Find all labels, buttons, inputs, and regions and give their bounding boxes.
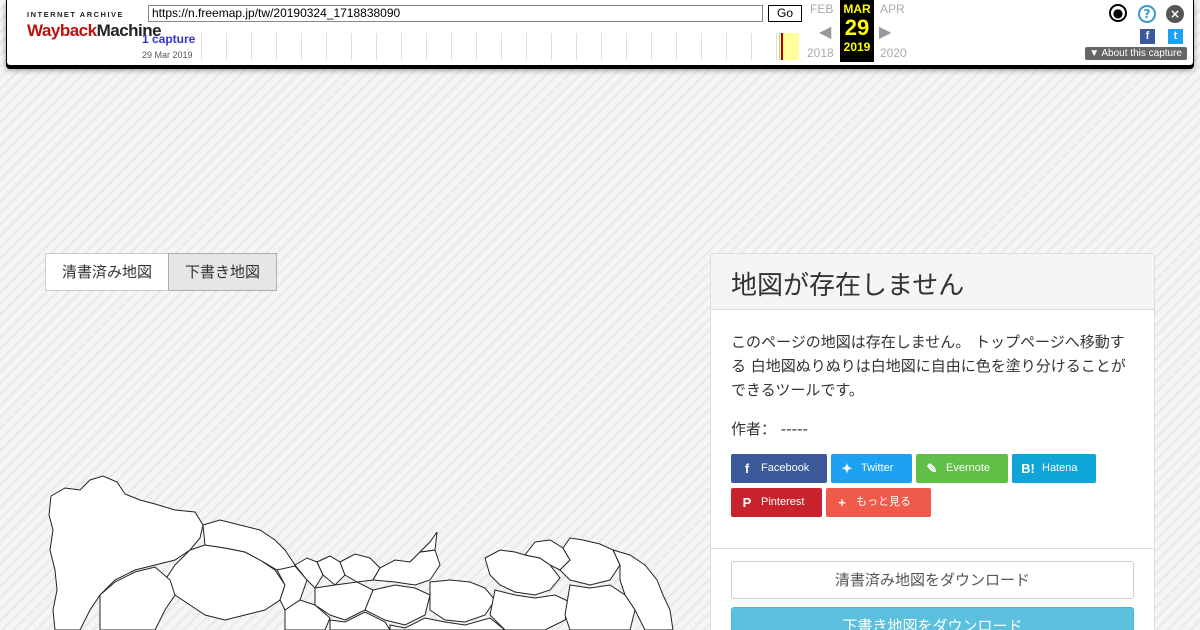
sparkline-month-column (601, 33, 602, 60)
share-label: Facebook (761, 462, 810, 474)
sparkline-month-column (526, 33, 527, 60)
evernote-icon: ✎ (926, 461, 938, 476)
current-day: 29 (844, 15, 870, 40)
share-label: Evernote (946, 462, 991, 474)
close-icon[interactable]: × (1166, 5, 1184, 23)
sparkline-month-column (451, 33, 452, 60)
sparkline-month-column (326, 33, 327, 60)
share-label: もっと見る (856, 496, 911, 508)
download-draft-map-button[interactable]: 下書き地図をダウンロード (731, 607, 1134, 630)
plus-icon: + (838, 495, 846, 510)
info-panel: 地図が存在しません このページの地図は存在しません。 トップページへ移動する 白… (710, 253, 1155, 630)
current-date-box: MAR 29 2019 (840, 0, 874, 62)
sparkline-month-column (701, 33, 702, 60)
sparkline-month-column (401, 33, 402, 60)
sparkline-month-column (476, 33, 477, 60)
share-label: Pinterest (761, 496, 805, 508)
sparkline-month-column (501, 33, 502, 60)
go-button[interactable]: Go (768, 5, 802, 22)
user-icon[interactable]: ● (1109, 4, 1127, 22)
share-buttons: f Facebook ✦ Twitter ✎ Evernote B! Hatena PP… (731, 454, 1131, 517)
current-month: MAR (843, 2, 871, 16)
more-share-button[interactable]: + もっと見る (826, 488, 931, 517)
current-year: 2019 (843, 40, 871, 54)
sparkline-month-column (251, 33, 252, 60)
hatena-icon: B! (1021, 461, 1035, 476)
sparkline-month-column (651, 33, 652, 60)
capture-mark (781, 33, 783, 60)
sparkline-month-column (751, 33, 752, 60)
caret-down-icon: ▼ (1089, 48, 1102, 59)
map-region (559, 537, 621, 586)
author-label: 作者： (731, 420, 777, 438)
facebook-icon: f (744, 461, 750, 476)
wayback-url-input[interactable]: https://n.freemap.jp/tw/20190324_1718838… (148, 5, 763, 22)
share-label: Hatena (1042, 462, 1078, 474)
logo-main-a: Wayback (27, 21, 97, 40)
next-year[interactable]: 2020 (880, 46, 907, 60)
author-value: ----- (780, 420, 808, 438)
help-icon[interactable]: ? (1138, 5, 1156, 23)
white-map[interactable] (45, 470, 685, 630)
next-arrow-icon[interactable]: ▶ (879, 22, 891, 41)
next-month[interactable]: APR (880, 2, 905, 16)
sparkline-month-column (626, 33, 627, 60)
wayback-toolbar: INTERNET ARCHIVE WaybackMachine https://… (6, 0, 1194, 66)
sparkline-month-column (301, 33, 302, 60)
about-capture-button[interactable]: ▼ About this capture (1085, 47, 1187, 60)
prev-month[interactable]: FEB (810, 2, 833, 16)
logo-top-text: INTERNET ARCHIVE (27, 10, 125, 19)
hatena-share-button[interactable]: B! Hatena (1012, 454, 1096, 483)
author-line: 作者： ----- (731, 417, 1134, 441)
capture-date: 29 Mar 2019 (142, 50, 193, 60)
about-capture-label: About this capture (1101, 48, 1182, 59)
panel-description: このページの地図は存在しません。 トップページへ移動する 白地図ぬりぬりは白地図… (731, 333, 1126, 399)
sparkline-month-column (226, 33, 227, 60)
twitter-share-button[interactable]: ✦ Twitter (831, 454, 912, 483)
sparkline-month-column (726, 33, 727, 60)
sparkline-month-column (276, 33, 277, 60)
download-clean-map-button[interactable]: 清書済み地図をダウンロード (731, 561, 1134, 599)
sparkline-month-column (351, 33, 352, 60)
captures-link[interactable]: 1 capture (142, 32, 195, 46)
twitter-share-icon[interactable]: t (1168, 29, 1183, 44)
map-region (418, 531, 438, 553)
map-region (316, 555, 346, 586)
evernote-share-button[interactable]: ✎ Evernote (916, 454, 1008, 483)
capture-sparkline[interactable] (201, 33, 801, 60)
prev-arrow-icon[interactable]: ◀ (819, 22, 831, 41)
sparkline-month-column (676, 33, 677, 60)
pinterest-share-button[interactable]: P Pinterest (731, 488, 822, 517)
map-tabs: 清書済み地図 下書き地図 (45, 253, 278, 291)
sparkline-month-column (576, 33, 577, 60)
panel-divider (711, 548, 1154, 549)
twitter-icon: ✦ (841, 461, 853, 476)
pinterest-icon: P (742, 495, 752, 510)
map-region (429, 579, 496, 623)
prev-year[interactable]: 2018 (807, 46, 834, 60)
map-region (489, 589, 571, 630)
facebook-share-button[interactable]: f Facebook (731, 454, 827, 483)
facebook-share-icon[interactable]: f (1140, 29, 1155, 44)
sparkline-month-column (776, 33, 777, 60)
sparkline-month-column (426, 33, 427, 60)
sparkline-month-column (376, 33, 377, 60)
wayback-logo[interactable]: INTERNET ARCHIVE WaybackMachine (27, 10, 162, 41)
tab-draft-map[interactable]: 下書き地図 (168, 253, 278, 291)
map-region (372, 549, 441, 586)
sparkline-month-column (201, 33, 202, 60)
sparkline-month-column (551, 33, 552, 60)
share-label: Twitter (861, 462, 894, 474)
panel-title: 地図が存在しません (711, 254, 1154, 310)
tab-clean-map[interactable]: 清書済み地図 (45, 253, 170, 291)
